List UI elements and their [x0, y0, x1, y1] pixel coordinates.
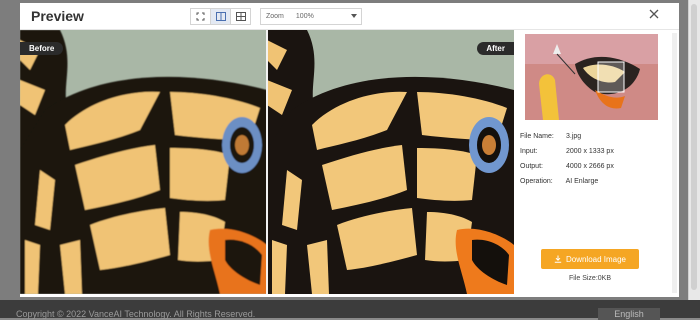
- before-image: Before: [20, 30, 267, 294]
- butterfly-wing-after: [267, 30, 514, 294]
- info-panel: File Name: 3.jpg Input: 2000 x 1333 px O…: [517, 30, 679, 294]
- after-image: After: [267, 30, 514, 294]
- file-name-row: File Name: 3.jpg: [520, 129, 614, 144]
- download-icon: [554, 255, 562, 263]
- operation-row: Operation: AI Enlarge: [520, 174, 614, 189]
- input-size-row: Input: 2000 x 1333 px: [520, 144, 614, 159]
- operation-value: AI Enlarge: [565, 178, 599, 185]
- grid-icon: [235, 12, 246, 21]
- download-image-button[interactable]: Download Image: [541, 249, 639, 269]
- fit-icon: [196, 12, 205, 21]
- view-mode-group: [190, 8, 251, 25]
- compare-divider-handle[interactable]: [266, 30, 268, 294]
- input-value: 2000 x 1333 px: [565, 148, 614, 155]
- file-name-value: 3.jpg: [565, 133, 582, 140]
- language-selector[interactable]: English: [598, 308, 660, 320]
- operation-key: Operation:: [520, 178, 553, 185]
- thumbnail-navigator[interactable]: [525, 34, 658, 120]
- chevron-down-icon: [351, 14, 357, 18]
- split-view-button[interactable]: [211, 9, 231, 24]
- output-key: Output:: [520, 163, 543, 170]
- preview-modal: Preview Zoom 100% Before After File Name…: [20, 3, 679, 297]
- close-button[interactable]: [647, 7, 661, 21]
- fit-view-button[interactable]: [191, 9, 211, 24]
- thumbnail-image: [525, 34, 658, 120]
- zoom-select[interactable]: Zoom 100%: [260, 8, 362, 25]
- output-value: 4000 x 2666 px: [565, 163, 614, 170]
- comparison-viewer[interactable]: Before After: [20, 30, 514, 294]
- input-key: Input:: [520, 148, 538, 155]
- modal-scrollbar[interactable]: [672, 33, 677, 293]
- after-badge: After: [477, 42, 514, 55]
- before-badge: Before: [20, 42, 64, 55]
- file-size-text: File Size:0KB: [568, 275, 612, 282]
- modal-header: Preview Zoom 100%: [20, 3, 679, 30]
- grid-view-button[interactable]: [231, 9, 250, 24]
- butterfly-wing-before: [20, 30, 267, 294]
- download-label: Download Image: [565, 254, 627, 264]
- close-icon: [649, 9, 659, 19]
- page-scrollbar-thumb[interactable]: [691, 4, 697, 290]
- zoom-value: 100%: [295, 13, 314, 20]
- modal-title: Preview: [31, 8, 84, 24]
- output-size-row: Output: 4000 x 2666 px: [520, 159, 614, 174]
- file-info: File Name: 3.jpg Input: 2000 x 1333 px O…: [520, 129, 614, 189]
- split-icon: [215, 12, 226, 21]
- file-name-key: File Name:: [520, 133, 554, 140]
- zoom-label: Zoom: [266, 13, 284, 20]
